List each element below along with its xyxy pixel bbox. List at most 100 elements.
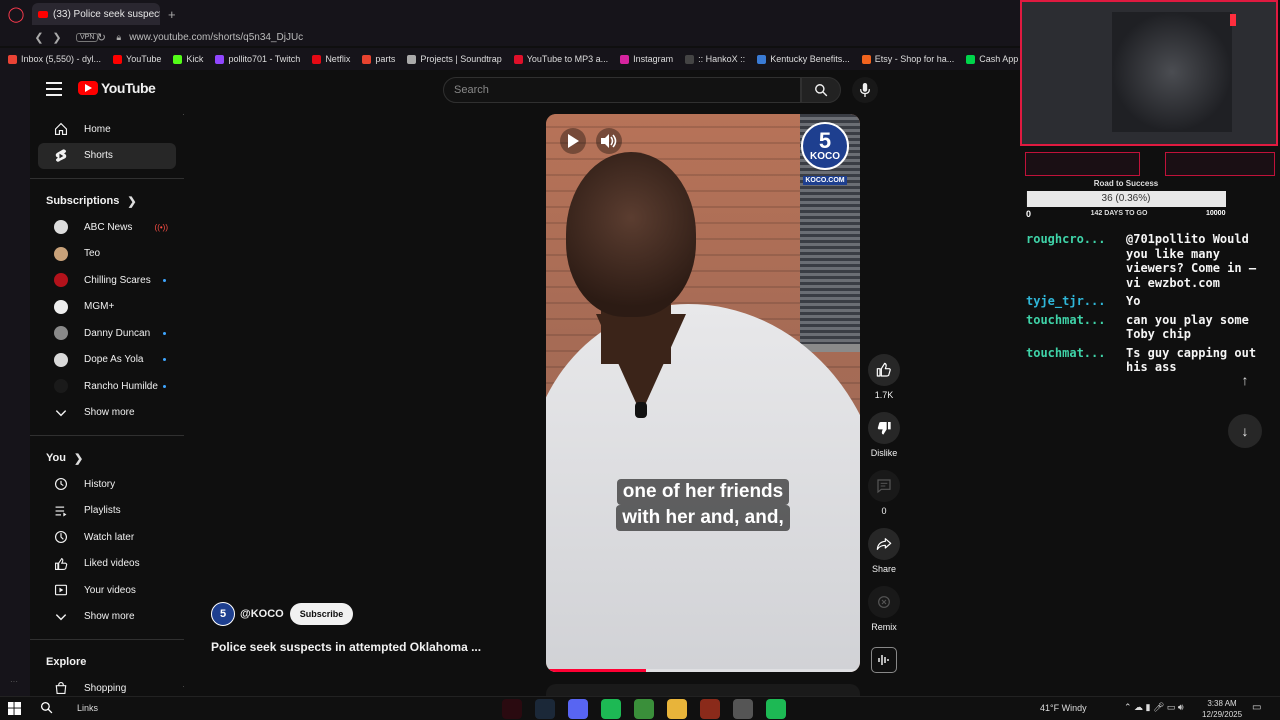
back-icon[interactable]: ❮ <box>30 31 48 44</box>
sidebar-item-your-videos[interactable]: Your videos <box>38 577 176 604</box>
play-button[interactable] <box>560 128 586 154</box>
bookmark-item[interactable]: Kick <box>173 54 203 64</box>
show-more-subscriptions[interactable]: Show more <box>38 400 176 427</box>
comments-action: 0 <box>868 470 900 516</box>
clock-icon <box>54 530 68 544</box>
opera-gx-icon[interactable] <box>501 699 522 719</box>
subscribe-button[interactable]: Subscribe <box>289 603 354 625</box>
sidebar-subscription-item[interactable]: ABC News ((•)) <box>38 214 176 241</box>
comment-count: 0 <box>881 506 887 516</box>
subscriptions-header[interactable]: Subscriptions ❯ <box>30 188 184 214</box>
scroll-down-icon[interactable]: ▼ <box>182 685 184 692</box>
folder-icon[interactable] <box>666 699 687 719</box>
volume-button[interactable] <box>596 128 622 154</box>
opera-logo-icon[interactable]: ◯ <box>0 0 32 28</box>
bookmark-item[interactable]: YouTube to MP3 a... <box>513 54 608 64</box>
globe-icon[interactable] <box>633 699 654 719</box>
sidebar-subscription-item[interactable]: Teo <box>38 241 176 268</box>
you-header[interactable]: You ❯ <box>30 445 184 471</box>
youtube-logo[interactable]: YouTube <box>78 80 156 96</box>
bookmark-item[interactable]: Etsy - Shop for ha... <box>861 54 954 64</box>
dislike-button[interactable] <box>868 412 900 444</box>
voice-search-button[interactable] <box>852 77 878 103</box>
sidebar-subscription-item[interactable]: Danny Duncan <box>38 320 176 347</box>
bookmark-item[interactable]: Kentucky Benefits... <box>757 54 850 64</box>
reload-icon[interactable]: ↻ <box>92 31 110 44</box>
forward-icon[interactable]: ❯ <box>48 31 66 44</box>
remix-button[interactable] <box>868 586 900 618</box>
new-content-dot <box>163 384 166 388</box>
url-input[interactable]: www.youtube.com/shorts/q5n34_DjJUc <box>129 32 303 43</box>
search-button[interactable] <box>801 77 841 103</box>
discord-icon[interactable] <box>567 699 588 719</box>
video-progress-bar[interactable] <box>546 669 860 672</box>
bookmark-item[interactable]: parts <box>362 54 395 64</box>
bookmark-item[interactable]: :: HankoX :: <box>685 54 745 64</box>
bookmark-item[interactable]: pollito701 - Twitch <box>215 54 300 64</box>
bookmark-item[interactable]: Inbox (5,550) - dyl... <box>8 54 101 64</box>
taskbar-search-icon[interactable] <box>40 701 53 717</box>
windows-start-button[interactable] <box>8 702 21 720</box>
shopping-bag-icon <box>54 681 68 695</box>
video-title[interactable]: Police seek suspects in attempted Oklaho… <box>211 640 481 654</box>
new-tab-button[interactable]: + <box>168 7 176 22</box>
windows-logo-icon <box>8 702 21 715</box>
caption-line-2: with her and, and, <box>616 505 790 531</box>
sidebar-subscription-item[interactable]: MGM+ <box>38 294 176 321</box>
previous-short-icon[interactable]: ↑ <box>1234 372 1256 394</box>
bookmark-item[interactable]: YouTube <box>113 54 161 64</box>
next-short-preview[interactable] <box>546 684 860 696</box>
chat-app-icon[interactable] <box>600 699 621 719</box>
sidebar-item-shopping[interactable]: Shopping <box>38 675 176 696</box>
show-more-you[interactable]: Show more <box>38 604 176 631</box>
windows-taskbar: Links 41°F Windy ⌃ ☁ ▮ 🎤︎ ▭ 🔊︎ 3:38 AM 1… <box>0 696 1280 720</box>
chat-username: tyje_tjr... <box>1026 294 1106 308</box>
address-bar: ❮ ❯ VPN ↻ 🔒︎ www.youtube.com/shorts/q5n3… <box>0 28 1020 46</box>
bookmark-item[interactable]: Projects | Soundtrap <box>407 54 502 64</box>
sidebar-item-liked-videos[interactable]: Liked videos <box>38 551 176 578</box>
weather-widget[interactable]: 41°F Windy <box>1040 703 1087 713</box>
spotify-icon[interactable] <box>765 699 786 719</box>
chevron-right-icon: ❯ <box>127 195 137 208</box>
caption-line-1: one of her friends <box>616 479 790 505</box>
short-video-player[interactable]: 5 KOCO KOCO.COM one of her friends with … <box>546 114 860 672</box>
system-tray[interactable]: ⌃ ☁ ▮ 🎤︎ ▭ 🔊︎ <box>1124 702 1184 713</box>
browser-tab[interactable]: (33) Police seek suspects <box>32 3 160 25</box>
next-short-button[interactable]: ↓ <box>1228 414 1262 448</box>
comments-button[interactable] <box>868 470 900 502</box>
youtube-sidebar: ▲ Home Shorts Subscriptions ❯ ABC News ((•)) T… <box>30 110 184 696</box>
sidebar-item-shorts[interactable]: Shorts <box>38 142 176 169</box>
steam-icon[interactable] <box>534 699 555 719</box>
taskbar-links[interactable]: Links <box>77 703 98 713</box>
menu-icon[interactable] <box>46 82 62 96</box>
sidebar-item-history[interactable]: History <box>38 471 176 498</box>
goal-title: Road to Success <box>1093 179 1159 188</box>
sidebar-item-home[interactable]: Home <box>38 116 176 143</box>
channel-avatar[interactable]: 5 <box>211 602 235 626</box>
game-icon[interactable] <box>699 699 720 719</box>
bookmark-item[interactable]: Netflix <box>312 54 350 64</box>
scroll-up-icon[interactable]: ▲ <box>182 110 184 117</box>
webcam-subject <box>1112 12 1232 132</box>
like-button[interactable] <box>868 354 900 386</box>
sidebar-subscription-item[interactable]: Dope As Yola <box>38 347 176 374</box>
bookmark-item[interactable]: Cash App <box>966 54 1018 64</box>
bookmark-label: Kentucky Benefits... <box>770 54 850 64</box>
youtube-favicon-icon <box>38 10 48 18</box>
share-button[interactable] <box>868 528 900 560</box>
search-input[interactable]: Search <box>443 77 801 103</box>
channel-handle[interactable]: @KOCO <box>240 608 284 620</box>
more-icon[interactable]: ··· <box>10 677 18 686</box>
sidebar-subscription-item[interactable]: Chilling Scares <box>38 267 176 294</box>
bookmark-item[interactable]: Instagram <box>620 54 673 64</box>
sidebar-item-watch-later[interactable]: Watch later <box>38 524 176 551</box>
sidebar-item-playlists[interactable]: Playlists <box>38 498 176 525</box>
bookmark-label: YouTube <box>126 54 162 64</box>
notifications-icon[interactable]: ▭ <box>1252 702 1261 713</box>
sidebar-label: Show more <box>84 611 135 623</box>
taskbar-clock[interactable]: 3:38 AM 12/29/2025 <box>1202 698 1242 720</box>
sidebar-label: Shopping <box>84 682 127 694</box>
settings-icon[interactable] <box>732 699 753 719</box>
sidebar-subscription-item[interactable]: Rancho Humilde <box>38 373 176 400</box>
sound-button[interactable] <box>871 647 897 673</box>
